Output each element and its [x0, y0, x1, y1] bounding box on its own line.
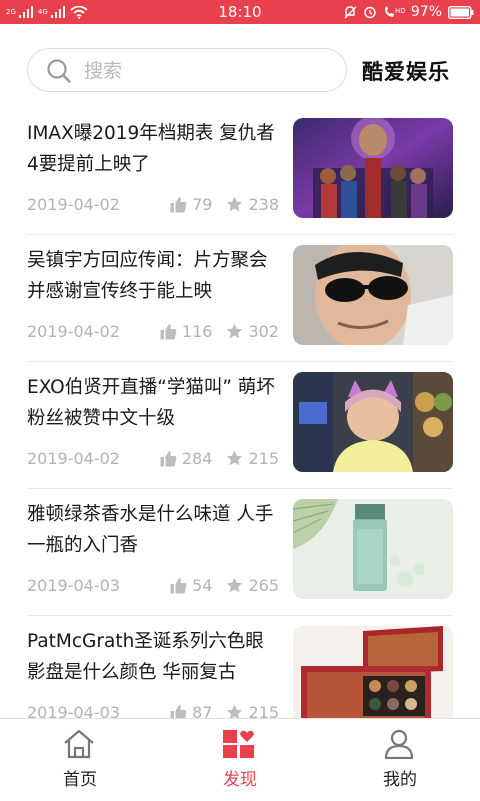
- home-icon: [64, 729, 94, 759]
- like-stat[interactable]: 79: [170, 195, 212, 214]
- star-stat[interactable]: 238: [226, 195, 279, 214]
- article-date: 2019-04-02: [27, 322, 120, 341]
- star-stat[interactable]: 215: [226, 449, 279, 468]
- tab-discover-label: 发现: [223, 770, 257, 790]
- article-meta: 2019-04-02 79 238: [27, 193, 279, 217]
- article-title[interactable]: IMAX曝2019年档期表 复仇者4要提前上映了: [27, 118, 277, 180]
- article-date: 2019-04-02: [27, 449, 120, 468]
- article-meta: 2019-04-03 54 265: [27, 574, 279, 598]
- eyeshadow-palette-image: [293, 626, 453, 726]
- perfume-bottle-image: [293, 499, 453, 599]
- battery-percent: 97%: [410, 4, 442, 20]
- article-thumbnail[interactable]: [293, 118, 453, 218]
- article-date: 2019-04-03: [27, 576, 120, 595]
- thumbs-up-icon: [170, 197, 187, 213]
- like-count: 284: [181, 449, 213, 468]
- like-stat[interactable]: 54: [170, 576, 212, 595]
- thumbs-up-icon: [170, 578, 187, 594]
- article-thumbnail[interactable]: [293, 626, 453, 726]
- star-count: 238: [248, 195, 279, 214]
- status-bar: 2G 4G 18:10 HD 97%: [0, 0, 480, 24]
- article-item[interactable]: 雅顿绿茶香水是什么味道 人手一瓶的入门香 2019-04-03 54 265: [27, 489, 453, 616]
- star-icon: [227, 577, 243, 593]
- status-right: HD 97%: [343, 3, 474, 21]
- article-stats: 284 215: [146, 449, 279, 468]
- hd-call-icon: HD: [384, 6, 405, 17]
- like-count: 116: [181, 322, 213, 341]
- thumbs-up-icon: [160, 451, 177, 467]
- star-count: 215: [248, 449, 279, 468]
- star-count: 302: [248, 322, 279, 341]
- article-stats: 79 238: [156, 195, 279, 214]
- search-box[interactable]: [27, 48, 347, 92]
- star-icon: [227, 450, 243, 466]
- article-stats: 116 302: [146, 322, 279, 341]
- tab-home-label: 首页: [63, 770, 97, 790]
- tab-home[interactable]: 首页: [0, 719, 160, 801]
- article-thumbnail[interactable]: [293, 372, 453, 472]
- sunglasses-man-photo: [293, 245, 453, 345]
- star-stat[interactable]: 265: [226, 576, 279, 595]
- article-title[interactable]: 雅顿绿茶香水是什么味道 人手一瓶的入门香: [27, 499, 277, 561]
- article-feed[interactable]: IMAX曝2019年档期表 复仇者4要提前上映了 2019-04-02 79 2…: [0, 108, 480, 743]
- svg-text:HD: HD: [395, 7, 405, 15]
- alarm-icon: [364, 6, 376, 19]
- search-icon: [47, 59, 71, 83]
- profile-icon: [384, 729, 414, 759]
- article-item[interactable]: IMAX曝2019年档期表 复仇者4要提前上映了 2019-04-02 79 2…: [27, 108, 453, 235]
- header: 酷爱娱乐: [0, 24, 480, 116]
- article-stats: 54 265: [156, 576, 279, 595]
- tab-profile[interactable]: 我的: [320, 719, 480, 801]
- like-stat[interactable]: 284: [160, 449, 213, 468]
- article-thumbnail[interactable]: [293, 499, 453, 599]
- article-item[interactable]: EXO伯贤开直播“学猫叫” 萌坏粉丝被赞中文十级 2019-04-02 284 …: [27, 362, 453, 489]
- livestream-screenshot-image: [293, 372, 453, 472]
- tab-profile-label: 我的: [383, 770, 417, 790]
- like-stat[interactable]: 116: [160, 322, 213, 341]
- notification-icon: [344, 6, 357, 19]
- discover-icon: [223, 730, 254, 758]
- battery-icon: [448, 5, 474, 19]
- article-title[interactable]: PatMcGrath圣诞系列六色眼影盘是什么颜色 华丽复古: [27, 626, 277, 688]
- article-item[interactable]: 吴镇宇方回应传闻：片方聚会并感谢宣传终于能上映 2019-04-02 116 3…: [27, 235, 453, 362]
- article-meta: 2019-04-02 116 302: [27, 320, 279, 344]
- article-meta: 2019-04-02 284 215: [27, 447, 279, 471]
- star-stat[interactable]: 302: [226, 322, 279, 341]
- star-count: 265: [248, 576, 279, 595]
- article-title[interactable]: EXO伯贤开直播“学猫叫” 萌坏粉丝被赞中文十级: [27, 372, 277, 434]
- bottom-tab-bar: 首页 发现 我的: [0, 718, 480, 800]
- like-count: 54: [192, 576, 213, 595]
- brand-logo-text: 酷爱娱乐: [362, 60, 450, 84]
- search-input[interactable]: [82, 55, 336, 87]
- article-date: 2019-04-02: [27, 195, 120, 214]
- article-thumbnail[interactable]: [293, 245, 453, 345]
- star-icon: [227, 196, 243, 212]
- tab-discover[interactable]: 发现: [160, 719, 320, 801]
- thumbs-up-icon: [160, 324, 177, 340]
- avengers-poster-image: [293, 118, 453, 218]
- like-count: 79: [192, 195, 213, 214]
- star-icon: [227, 323, 243, 339]
- article-title[interactable]: 吴镇宇方回应传闻：片方聚会并感谢宣传终于能上映: [27, 245, 277, 307]
